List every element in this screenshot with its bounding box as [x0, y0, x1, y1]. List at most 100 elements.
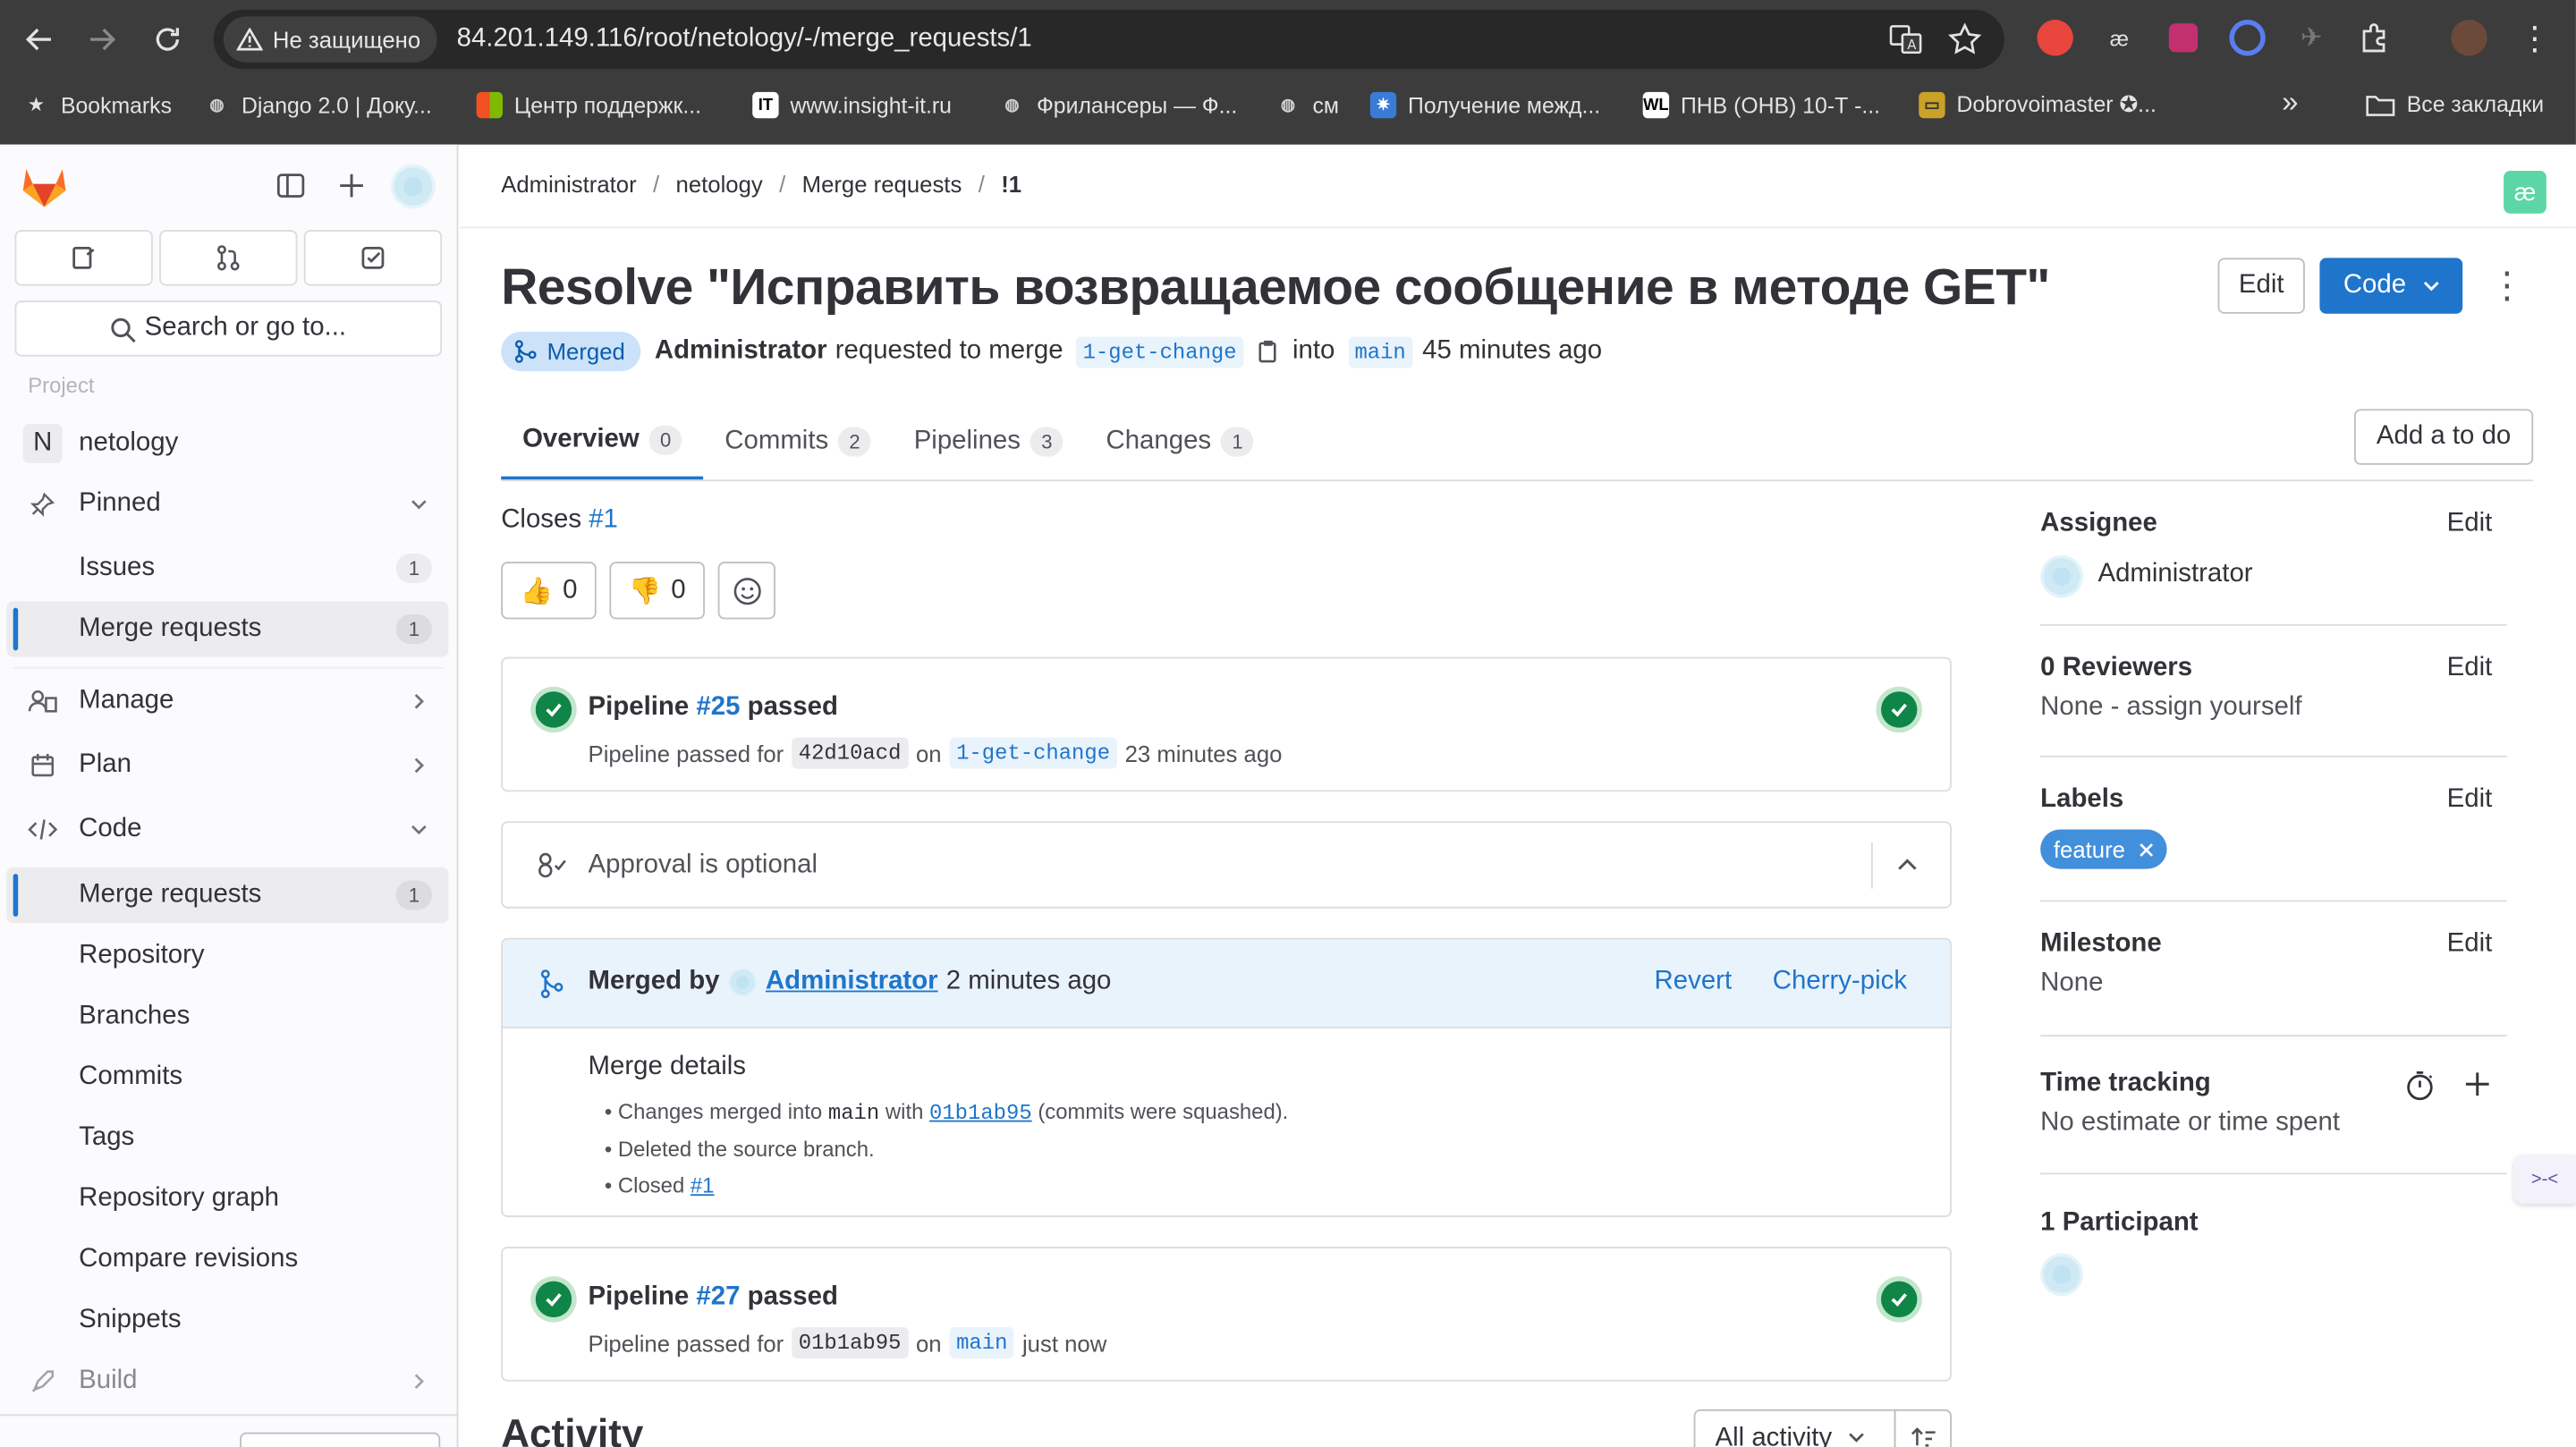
commit-link[interactable]: 01b1ab95	[929, 1101, 1032, 1126]
sidebar-item-merge-requests[interactable]: Merge requests 1	[6, 867, 449, 924]
breadcrumb-netology[interactable]: netology	[676, 171, 763, 197]
merged-by-user-link[interactable]: Administrator	[766, 968, 938, 997]
insecure-chip[interactable]: Не защищено	[223, 16, 437, 63]
commit-sha[interactable]: 42d10acd	[792, 737, 908, 769]
breadcrumb-current[interactable]: !1	[1001, 171, 1021, 197]
merge-requests-shortcut-button[interactable]	[159, 230, 298, 286]
sidebar-plan[interactable]: Plan	[6, 738, 448, 793]
edit-button[interactable]: Edit	[2217, 258, 2305, 314]
closes-issue-link[interactable]: #1	[589, 506, 618, 534]
bookmarks-overflow-icon[interactable]: »	[2282, 86, 2298, 121]
sidebar-project-netology[interactable]: N netology	[6, 416, 448, 471]
sidebar-item-compare-revisions[interactable]: Compare revisions	[6, 1232, 448, 1288]
bookmark-item[interactable]: ✷ Получение межд...	[1369, 91, 1600, 119]
remove-label-icon[interactable]	[2139, 842, 2154, 857]
add-reaction-button[interactable]	[717, 562, 775, 620]
sidebar-item-snippets[interactable]: Snippets	[6, 1292, 448, 1348]
create-new-icon[interactable]	[337, 171, 367, 200]
toggle-sidebar-icon[interactable]	[276, 171, 306, 200]
bookmark-item[interactable]: ◍ см	[1275, 92, 1339, 118]
search-input[interactable]: Search or go to...	[14, 300, 443, 357]
participant-avatar[interactable]	[2040, 1253, 2083, 1297]
sidebar-manage[interactable]: Manage	[6, 673, 448, 729]
profile-avatar[interactable]	[2451, 20, 2487, 56]
forward-icon[interactable]	[79, 16, 124, 62]
bookmark-item[interactable]: IT www.insight-it.ru	[752, 91, 952, 119]
tab-commits[interactable]: Commits 2	[703, 404, 892, 479]
tab-pipelines[interactable]: Pipelines 3	[893, 404, 1085, 479]
status-success-icon[interactable]	[535, 691, 572, 728]
sidebar-pinned[interactable]: Pinned	[6, 477, 448, 532]
status-success-icon[interactable]	[535, 1281, 572, 1318]
sidebar-build[interactable]: Build	[6, 1353, 448, 1409]
todo-shortcut-button[interactable]	[303, 230, 443, 286]
milestone-edit-button[interactable]: Edit	[2447, 930, 2493, 960]
add-time-icon[interactable]	[2464, 1071, 2490, 1097]
revert-button[interactable]: Revert	[1655, 968, 1733, 997]
author-link[interactable]: Administrator	[655, 337, 827, 367]
add-todo-button[interactable]: Add a to do	[2353, 409, 2534, 465]
labels-edit-button[interactable]: Edit	[2447, 785, 2493, 815]
user-avatar[interactable]	[391, 164, 436, 209]
reviewers-edit-button[interactable]: Edit	[2447, 654, 2493, 683]
all-bookmarks-button[interactable]: Все закладки	[2366, 92, 2544, 116]
sidebar-item-branches[interactable]: Branches	[6, 989, 448, 1045]
assignee-name[interactable]: Administrator	[2097, 560, 2252, 589]
sort-order-button[interactable]	[1894, 1409, 1952, 1447]
bookmark-item[interactable]: ◍ Фрилансеры — Ф...	[999, 92, 1237, 118]
breadcrumb-administrator[interactable]: Administrator	[501, 171, 636, 197]
sidebar-item-tags[interactable]: Tags	[6, 1111, 448, 1166]
gitlab-logo-icon[interactable]	[20, 163, 69, 208]
url-text[interactable]: 84.201.149.116/root/netology/-/merge_req…	[457, 25, 1032, 55]
copy-branch-icon[interactable]	[1257, 338, 1280, 364]
pipeline-link[interactable]: #27	[696, 1282, 740, 1310]
assignee-edit-button[interactable]: Edit	[2447, 509, 2493, 538]
job-status-icon[interactable]	[1881, 1281, 1918, 1318]
chevron-up-icon[interactable]	[1896, 852, 1919, 876]
target-branch[interactable]: main	[1348, 335, 1413, 368]
sidebar-item-merge-requests-pinned[interactable]: Merge requests 1	[6, 601, 449, 657]
extension-circle-icon[interactable]	[2229, 20, 2266, 56]
stopwatch-icon[interactable]	[2405, 1070, 2435, 1103]
job-status-icon[interactable]	[1881, 691, 1918, 728]
sidebar-item-issues[interactable]: Issues 1	[6, 540, 448, 596]
cherry-pick-button[interactable]: Cherry-pick	[1773, 968, 1907, 997]
ae-extension-icon[interactable]: æ	[2504, 171, 2546, 214]
bookmark-item[interactable]: Центр поддержк...	[476, 91, 701, 119]
commit-sha[interactable]: 01b1ab95	[792, 1327, 908, 1358]
sidebar-item-repository[interactable]: Repository	[6, 928, 448, 984]
floating-widget-icon[interactable]: >-<	[2513, 1155, 2576, 1205]
branch-link[interactable]: main	[949, 1327, 1014, 1358]
back-icon[interactable]	[16, 16, 62, 62]
bookmark-item[interactable]: ★ Bookmarks	[23, 92, 172, 118]
label-chip[interactable]: feature	[2040, 829, 2166, 869]
tab-overview[interactable]: Overview 0	[501, 404, 704, 480]
extension-red-icon[interactable]	[2037, 20, 2073, 56]
bookmark-item[interactable]: ◍ Django 2.0 | Доку...	[204, 92, 431, 118]
closed-issue-link[interactable]: #1	[691, 1172, 715, 1197]
reload-icon[interactable]	[145, 16, 191, 62]
extension-ae-icon[interactable]: æ	[2101, 20, 2137, 55]
extensions-puzzle-icon[interactable]	[2358, 20, 2394, 55]
source-branch[interactable]: 1-get-change	[1076, 335, 1243, 368]
reviewers-value[interactable]: None - assign yourself	[2040, 693, 2507, 723]
browser-menu-icon[interactable]: ⋮	[2517, 20, 2553, 56]
breadcrumb-merge-requests[interactable]: Merge requests	[802, 171, 962, 197]
bookmark-item[interactable]: WL ПНВ (ОНВ) 10-Т -...	[1642, 91, 1880, 119]
sidebar-item-repository-graph[interactable]: Repository graph	[6, 1172, 448, 1227]
bookmark-item[interactable]: ▭ Dobrovoimaster ✪...	[1919, 91, 2157, 119]
activity-filter-dropdown[interactable]: All activity	[1693, 1409, 1896, 1447]
address-bar[interactable]: Не защищено 84.201.149.116/root/netology…	[213, 10, 2004, 70]
code-dropdown-button[interactable]: Code	[2319, 258, 2463, 314]
issues-shortcut-button[interactable]	[14, 230, 153, 286]
thumbs-down-button[interactable]: 👎 0	[609, 562, 705, 620]
tab-changes[interactable]: Changes 1	[1085, 404, 1275, 479]
translate-icon[interactable]: A	[1889, 23, 1922, 56]
more-actions-icon[interactable]: ⋮	[2489, 267, 2525, 303]
extension-rocket-icon[interactable]: ✈	[2293, 20, 2329, 55]
extension-pink-icon[interactable]	[2168, 23, 2199, 53]
sidebar-code[interactable]: Code	[6, 801, 448, 857]
bookmark-star-icon[interactable]	[1948, 22, 1982, 56]
sidebar-item-commits[interactable]: Commits	[6, 1050, 448, 1105]
thumbs-up-button[interactable]: 👍 0	[501, 562, 597, 620]
